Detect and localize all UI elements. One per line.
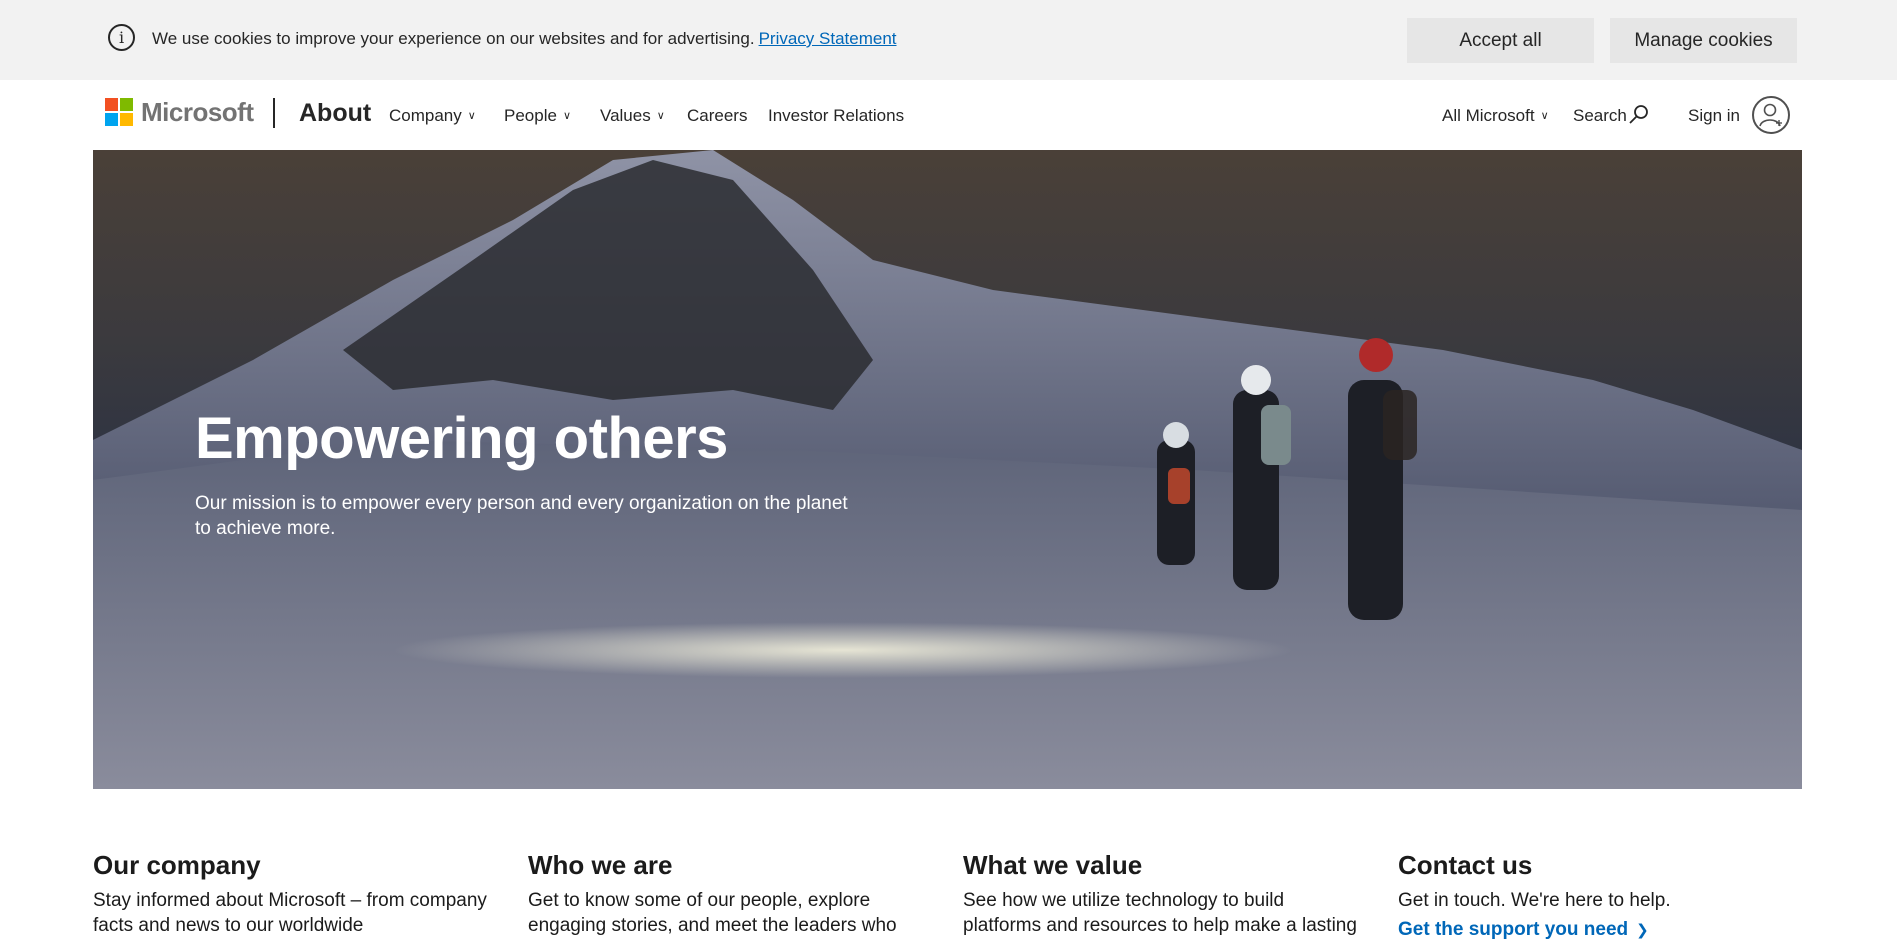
hero-banner: Empowering others Our mission is to empo… xyxy=(93,150,1802,789)
card-title[interactable]: Contact us xyxy=(1398,848,1798,882)
accept-all-button[interactable]: Accept all xyxy=(1407,18,1594,63)
chevron-down-icon: ∨ xyxy=(562,110,571,122)
nav-company[interactable]: Company ∨ xyxy=(389,106,476,126)
microsoft-logo-icon[interactable] xyxy=(105,98,133,126)
cookie-message-text: We use cookies to improve your experienc… xyxy=(152,29,755,48)
nav-company-label: Company xyxy=(389,106,462,125)
site-header: Microsoft About Company ∨ People ∨ Values ∨… xyxy=(0,80,1897,150)
all-microsoft-label: All Microsoft xyxy=(1442,106,1535,125)
search-icon[interactable] xyxy=(1628,104,1650,126)
microsoft-logo-text[interactable]: Microsoft xyxy=(141,97,254,128)
user-avatar-icon[interactable] xyxy=(1752,96,1790,134)
chevron-down-icon: ∨ xyxy=(656,110,665,122)
search-button[interactable]: Search xyxy=(1573,106,1627,126)
sign-in-label: Sign in xyxy=(1688,106,1740,125)
info-icon: i xyxy=(108,24,135,51)
card-title[interactable]: Our company xyxy=(93,848,493,882)
site-title[interactable]: About xyxy=(299,99,371,128)
card-who-we-are: Who we are Get to know some of our peopl… xyxy=(528,848,928,938)
chevron-right-icon: ❯ xyxy=(1636,922,1649,939)
support-link[interactable]: Get the support you need ❯ xyxy=(1398,919,1649,941)
card-text: See how we utilize technology to build p… xyxy=(963,890,1357,936)
card-our-company: Our company Stay informed about Microsof… xyxy=(93,848,493,938)
nav-people[interactable]: People ∨ xyxy=(504,106,571,126)
hero-title: Empowering others xyxy=(195,406,728,471)
manage-cookies-button[interactable]: Manage cookies xyxy=(1610,18,1797,63)
card-contact-us: Contact us Get in touch. We're here to h… xyxy=(1398,848,1798,941)
card-title[interactable]: What we value xyxy=(963,848,1363,882)
sign-in-link[interactable]: Sign in xyxy=(1688,106,1740,126)
nav-investor-relations-label: Investor Relations xyxy=(768,106,905,125)
cookie-banner: i We use cookies to improve your experie… xyxy=(0,0,1897,80)
cookie-message: We use cookies to improve your experienc… xyxy=(152,29,897,49)
all-microsoft-menu[interactable]: All Microsoft ∨ xyxy=(1442,106,1549,126)
search-label: Search xyxy=(1573,106,1627,125)
card-text: Stay informed about Microsoft – from com… xyxy=(93,890,487,936)
nav-values[interactable]: Values ∨ xyxy=(600,106,665,126)
nav-values-label: Values xyxy=(600,106,651,125)
hero-subtitle: Our mission is to empower every person a… xyxy=(195,493,848,539)
card-text: Get in touch. We're here to help. xyxy=(1398,890,1671,911)
nav-investor-relations[interactable]: Investor Relations xyxy=(768,106,904,126)
card-what-we-value: What we value See how we utilize technol… xyxy=(963,848,1363,938)
nav-careers-label: Careers xyxy=(687,106,748,125)
header-divider xyxy=(273,98,275,128)
card-text: Get to know some of our people, explore … xyxy=(528,890,897,936)
card-title[interactable]: Who we are xyxy=(528,848,928,882)
privacy-statement-link[interactable]: Privacy Statement xyxy=(759,29,897,48)
support-link-label: Get the support you need xyxy=(1398,919,1629,940)
chevron-down-icon: ∨ xyxy=(467,110,476,122)
chevron-down-icon: ∨ xyxy=(1540,110,1549,122)
nav-people-label: People xyxy=(504,106,557,125)
nav-careers[interactable]: Careers xyxy=(687,106,747,126)
